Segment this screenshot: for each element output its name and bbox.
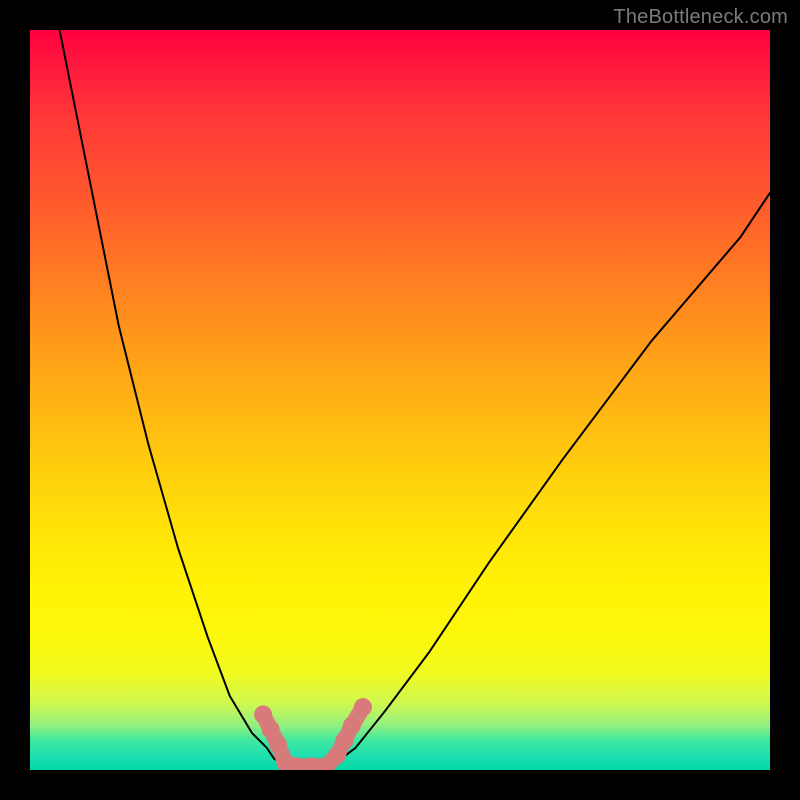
- marker-points: [254, 698, 372, 770]
- plot-area: [30, 30, 770, 770]
- watermark-text: TheBottleneck.com: [613, 6, 788, 29]
- chart-container: TheBottleneck.com: [0, 0, 800, 800]
- curve-svg: [30, 30, 770, 770]
- bottleneck-curve: [60, 30, 770, 770]
